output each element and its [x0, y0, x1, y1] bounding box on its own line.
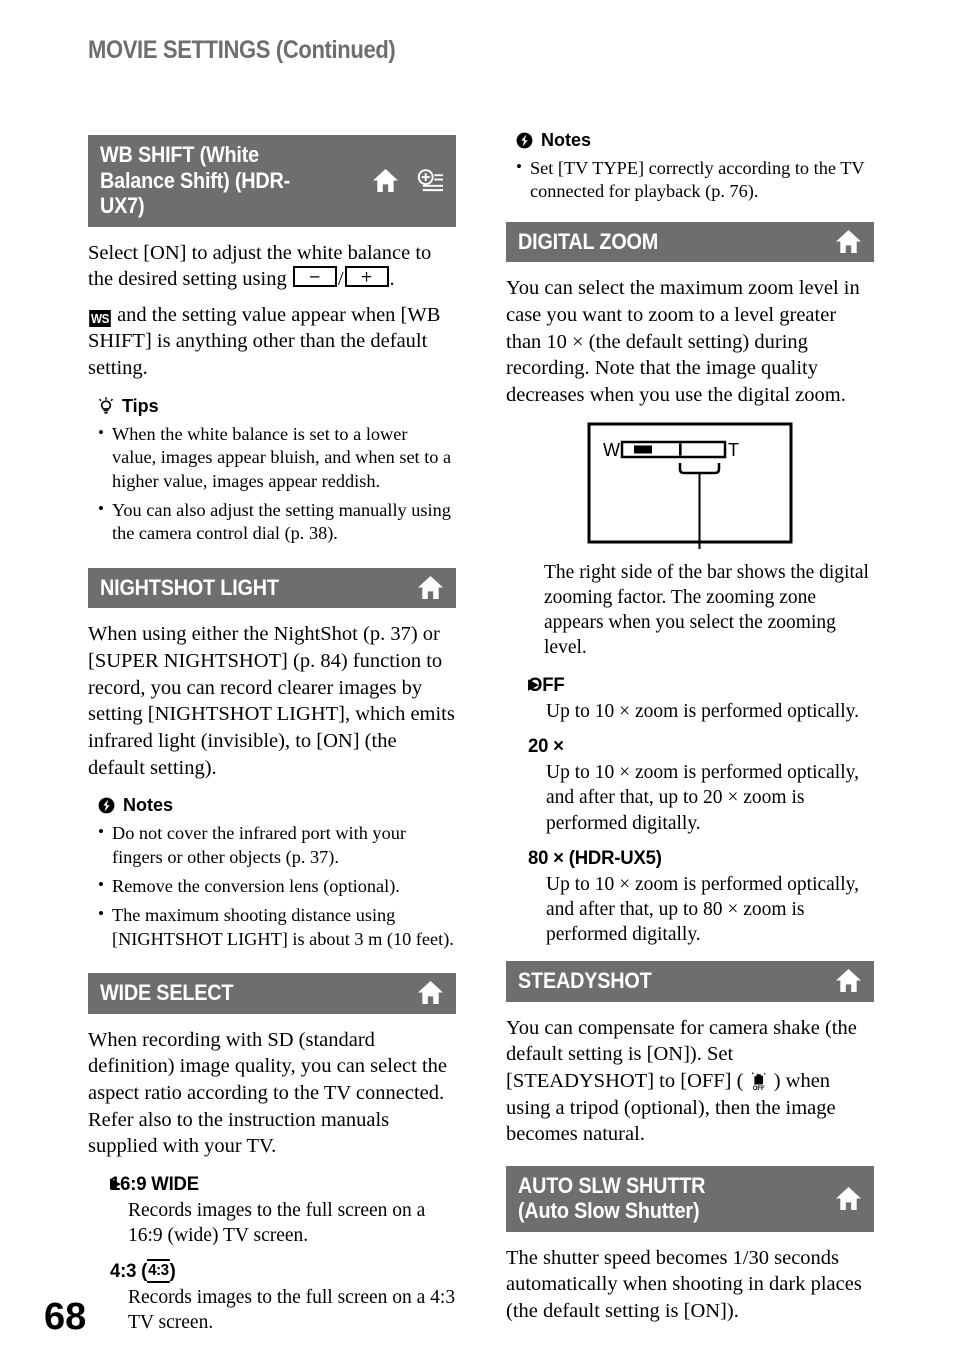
- list-item: The maximum shooting distance using [NIG…: [98, 903, 456, 951]
- section-header-nightshot-light: NIGHTSHOT LIGHT: [88, 567, 456, 609]
- home-icon: [835, 1186, 862, 1211]
- section-title-line1: AUTO SLW SHUTTR: [518, 1172, 706, 1198]
- notes-label: Notes: [123, 795, 174, 816]
- digital-zoom-paragraph: You can select the maximum zoom level in…: [506, 277, 860, 406]
- list-item: Set [TV TYPE] correctly according to the…: [516, 156, 874, 204]
- section-header-steadyshot: STEADYSHOT: [506, 961, 874, 1002]
- notes-list: Do not cover the infrared port with your…: [88, 821, 456, 951]
- home-icon: [417, 575, 444, 600]
- section-header-digital-zoom: DIGITAL ZOOM: [506, 221, 874, 263]
- aspect-ratio-4-3-icon: 4:3: [147, 1259, 170, 1284]
- option-description: Up to 10 × zoom is performed optically, …: [546, 873, 859, 945]
- zoom-bar-diagram: W T: [506, 422, 874, 550]
- option-80x: 80 × (HDR-UX5) Up to 10 × zoom is perfor…: [506, 847, 874, 947]
- manual-page: MOVIE SETTINGS (Continued) WB SHIFT (Whi…: [0, 0, 954, 1357]
- steadyshot-paragraph: You can compensate for camera shake (the…: [506, 1015, 874, 1148]
- section-header-icons: [372, 168, 444, 193]
- tips-heading: Tips: [98, 396, 456, 417]
- tips-list: When the white balance is set to a lower…: [88, 422, 456, 546]
- section-header-wb-shift: WB SHIFT (White Balance Shift) (HDR-UX7): [88, 135, 456, 227]
- section-header-icons: [417, 575, 444, 600]
- wb-shift-text-c: and the setting value appear when [WB SH…: [88, 303, 441, 380]
- section-title: STEADYSHOT: [518, 968, 652, 994]
- home-icon: [835, 229, 862, 254]
- option-description: Records images to the full screen on a 4…: [128, 1287, 456, 1334]
- list-item: Do not cover the infrared port with your…: [98, 821, 456, 869]
- section-title: DIGITAL ZOOM: [518, 228, 659, 254]
- page-number: 68: [44, 1296, 87, 1338]
- steadyshot-off-icon: OFF: [749, 1071, 769, 1092]
- svg-text:W: W: [603, 440, 620, 460]
- option-label: 16:9 WIDE: [110, 1173, 439, 1196]
- option-label-prefix: 4:3 (: [110, 1259, 148, 1282]
- list-item: When the white balance is set to a lower…: [98, 422, 456, 493]
- notes-list: Set [TV TYPE] correctly according to the…: [506, 156, 874, 204]
- auto-slow-shutter-paragraph: The shutter speed becomes 1/30 seconds a…: [506, 1246, 862, 1323]
- section-header-auto-slow-shutter: AUTO SLW SHUTTR (Auto Slow Shutter): [506, 1165, 874, 1232]
- section-title: AUTO SLW SHUTTR (Auto Slow Shutter): [518, 1173, 705, 1224]
- list-item: Remove the conversion lens (optional).: [98, 874, 456, 898]
- option-menu-icon: [417, 168, 444, 193]
- list-item: You can also adjust the setting manually…: [98, 498, 456, 546]
- home-icon: [417, 980, 444, 1005]
- left-column: WB SHIFT (White Balance Shift) (HDR-UX7)…: [88, 135, 456, 1346]
- wb-shift-slash: /: [337, 268, 344, 291]
- home-icon: [372, 168, 399, 193]
- option-label: 80 × (HDR-UX5): [528, 846, 662, 869]
- section-header-icons: [835, 1186, 862, 1211]
- option-label: 20 ×: [528, 735, 564, 758]
- option-label-suffix: ): [169, 1259, 176, 1282]
- home-icon: [835, 968, 862, 993]
- notes-heading: Notes: [516, 130, 874, 151]
- option-label: OFF: [528, 674, 857, 697]
- white-balance-shift-badge-icon: WS: [89, 309, 111, 327]
- wb-shift-text-b: .: [389, 268, 395, 291]
- wide-select-paragraph: When recording with SD (standard definit…: [88, 1028, 448, 1158]
- svg-text:T: T: [728, 440, 739, 460]
- wb-shift-paragraph-2: WS and the setting value appear when [WB…: [88, 302, 456, 382]
- option-label: 4:3 (4:3): [110, 1259, 439, 1284]
- section-header-icons: [417, 980, 444, 1005]
- nightshot-light-paragraph: When using either the NightShot (p. 37) …: [88, 623, 455, 779]
- option-20x: 20 × Up to 10 × zoom is performed optica…: [506, 735, 874, 835]
- tips-label: Tips: [122, 395, 159, 416]
- option-description: Records images to the full screen on a 1…: [128, 1199, 426, 1247]
- section-title: NIGHTSHOT LIGHT: [100, 574, 279, 600]
- plus-button-icon: [344, 266, 389, 288]
- section-header-icons: [835, 229, 862, 254]
- section-title-line2: (Auto Slow Shutter): [518, 1198, 700, 1224]
- figure-caption: The right side of the bar shows the digi…: [544, 561, 869, 658]
- option-description: Up to 10 × zoom is performed optically, …: [546, 762, 859, 834]
- minus-button-icon: [292, 266, 337, 288]
- option-16-9-wide: 16:9 WIDE Records images to the full scr…: [88, 1173, 456, 1248]
- right-column: Notes Set [TV TYPE] correctly according …: [506, 130, 874, 1338]
- option-4-3: 4:3 (4:3) Records images to the full scr…: [88, 1259, 456, 1335]
- option-off: OFF Up to 10 × zoom is performed optical…: [506, 674, 874, 724]
- section-title: WIDE SELECT: [100, 980, 234, 1006]
- svg-text:OFF: OFF: [752, 1086, 764, 1091]
- notes-label: Notes: [541, 130, 592, 150]
- notes-heading: Notes: [98, 795, 456, 816]
- option-description: Up to 10 × zoom is performed optically.: [546, 701, 859, 723]
- notes-icon: [516, 132, 533, 149]
- running-head: MOVIE SETTINGS (Continued): [88, 36, 396, 64]
- wb-shift-paragraph-1: Select [ON] to adjust the white balance …: [88, 240, 456, 293]
- notes-icon: [98, 797, 115, 814]
- section-title: WB SHIFT (White Balance Shift) (HDR-UX7): [100, 142, 291, 219]
- tips-lightbulb-icon: [98, 397, 114, 416]
- section-header-wide-select: WIDE SELECT: [88, 973, 456, 1014]
- section-header-icons: [835, 968, 862, 993]
